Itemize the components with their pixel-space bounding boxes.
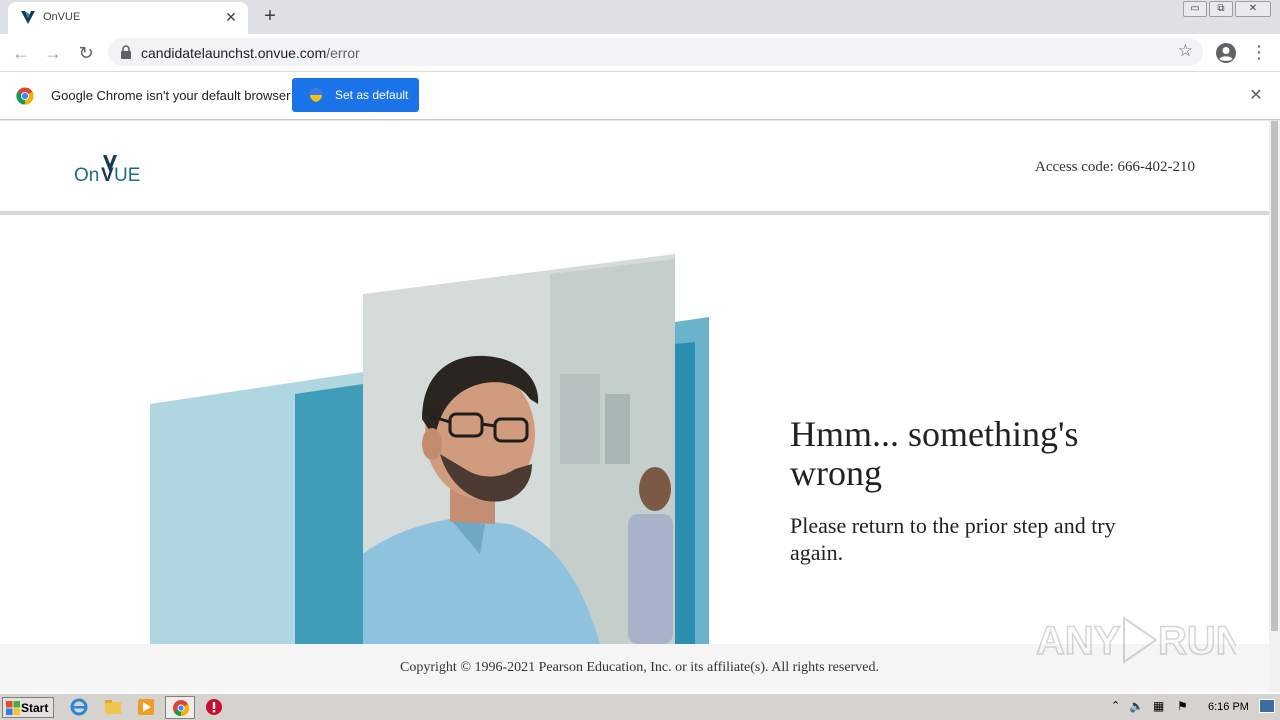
action-center-flag-icon[interactable]: ⚑ bbox=[1177, 699, 1188, 713]
infobar-message: Google Chrome isn't your default browser bbox=[51, 88, 291, 103]
anyrun-watermark: ANY RUN bbox=[1036, 616, 1236, 664]
windows-taskbar: Start ⌃ 🔈 ▦ ⚑ 6:16 PM bbox=[0, 693, 1280, 720]
forward-arrow-icon[interactable]: → bbox=[41, 41, 65, 65]
scrollbar-thumb[interactable] bbox=[1271, 121, 1278, 631]
new-tab-button[interactable]: + bbox=[258, 5, 282, 29]
network-icon[interactable]: ▦ bbox=[1153, 699, 1164, 713]
stop-sign-icon[interactable] bbox=[205, 698, 223, 716]
url-path: /error bbox=[326, 45, 360, 61]
restore-button[interactable]: ⧉ bbox=[1209, 1, 1233, 17]
url-text: candidatelaunchst.onvue.com/error bbox=[141, 45, 360, 61]
chrome-taskbar-icon bbox=[173, 700, 190, 717]
svg-text:On: On bbox=[74, 165, 99, 186]
address-bar[interactable]: candidatelaunchst.onvue.com/error ☆ bbox=[108, 38, 1203, 66]
reload-icon[interactable]: ↻ bbox=[74, 41, 98, 65]
default-browser-infobar: Google Chrome isn't your default browser… bbox=[0, 72, 1280, 120]
taskbar-chrome-button[interactable] bbox=[165, 696, 195, 719]
start-label: Start bbox=[21, 701, 49, 715]
media-player-icon[interactable] bbox=[137, 698, 155, 716]
set-as-default-label: Set as default bbox=[335, 88, 409, 102]
browser-tab[interactable]: OnVUE ✕ bbox=[8, 2, 248, 34]
svg-text:ANY: ANY bbox=[1036, 619, 1121, 663]
lock-icon bbox=[121, 45, 131, 59]
page-scrollbar[interactable] bbox=[1269, 121, 1280, 692]
error-heading: Hmm... something's wrong bbox=[790, 414, 1079, 493]
windows-flag-icon bbox=[6, 701, 20, 715]
infobar-close-icon[interactable]: ✕ bbox=[1246, 86, 1266, 106]
svg-text:UE: UE bbox=[114, 165, 140, 186]
onvue-favicon-icon bbox=[21, 11, 35, 24]
volume-icon[interactable]: 🔈 bbox=[1129, 699, 1144, 713]
tab-title: OnVUE bbox=[43, 11, 81, 23]
kebab-menu-icon[interactable]: ⋮ bbox=[1250, 41, 1268, 65]
show-desktop-icon[interactable] bbox=[1259, 699, 1275, 713]
tab-close-icon[interactable]: ✕ bbox=[222, 8, 240, 26]
page-header: On V UE Access code: 666-402-210 bbox=[0, 121, 1269, 215]
access-code: Access code: 666-402-210 bbox=[1035, 159, 1195, 175]
set-as-default-button[interactable]: Set as default bbox=[292, 78, 419, 112]
page-content: On V UE Access code: 666-402-210 Hmm... … bbox=[0, 121, 1269, 692]
tray-expand-icon[interactable]: ⌃ bbox=[1111, 699, 1120, 712]
browser-toolbar: ← → ↻ candidatelaunchst.onvue.com/error … bbox=[0, 34, 1280, 72]
system-tray: ⌃ 🔈 ▦ ⚑ bbox=[1105, 696, 1278, 719]
internet-explorer-icon[interactable] bbox=[70, 698, 88, 716]
hero-image bbox=[150, 254, 709, 644]
profile-avatar-icon[interactable] bbox=[1215, 42, 1237, 64]
svg-text:RUN: RUN bbox=[1158, 619, 1236, 663]
file-explorer-icon[interactable] bbox=[104, 698, 122, 716]
onvue-logo: On V UE bbox=[74, 155, 140, 186]
url-host: candidatelaunchst.onvue.com bbox=[141, 45, 327, 61]
taskbar-clock: 6:16 PM bbox=[1208, 701, 1249, 713]
window-close-button[interactable]: ✕ bbox=[1235, 1, 1271, 17]
back-arrow-icon[interactable]: ← bbox=[9, 41, 33, 65]
minimize-button[interactable]: ▭ bbox=[1183, 1, 1207, 17]
tab-strip: OnVUE ✕ + ▭ ⧉ ✕ bbox=[0, 0, 1280, 34]
error-subheading: Please return to the prior step and try … bbox=[790, 513, 1116, 565]
svg-text:V: V bbox=[101, 165, 114, 186]
chrome-logo-icon bbox=[16, 87, 34, 105]
uac-shield-icon bbox=[310, 88, 322, 102]
bookmark-star-icon[interactable]: ☆ bbox=[1178, 41, 1193, 61]
start-button[interactable]: Start bbox=[2, 697, 54, 718]
